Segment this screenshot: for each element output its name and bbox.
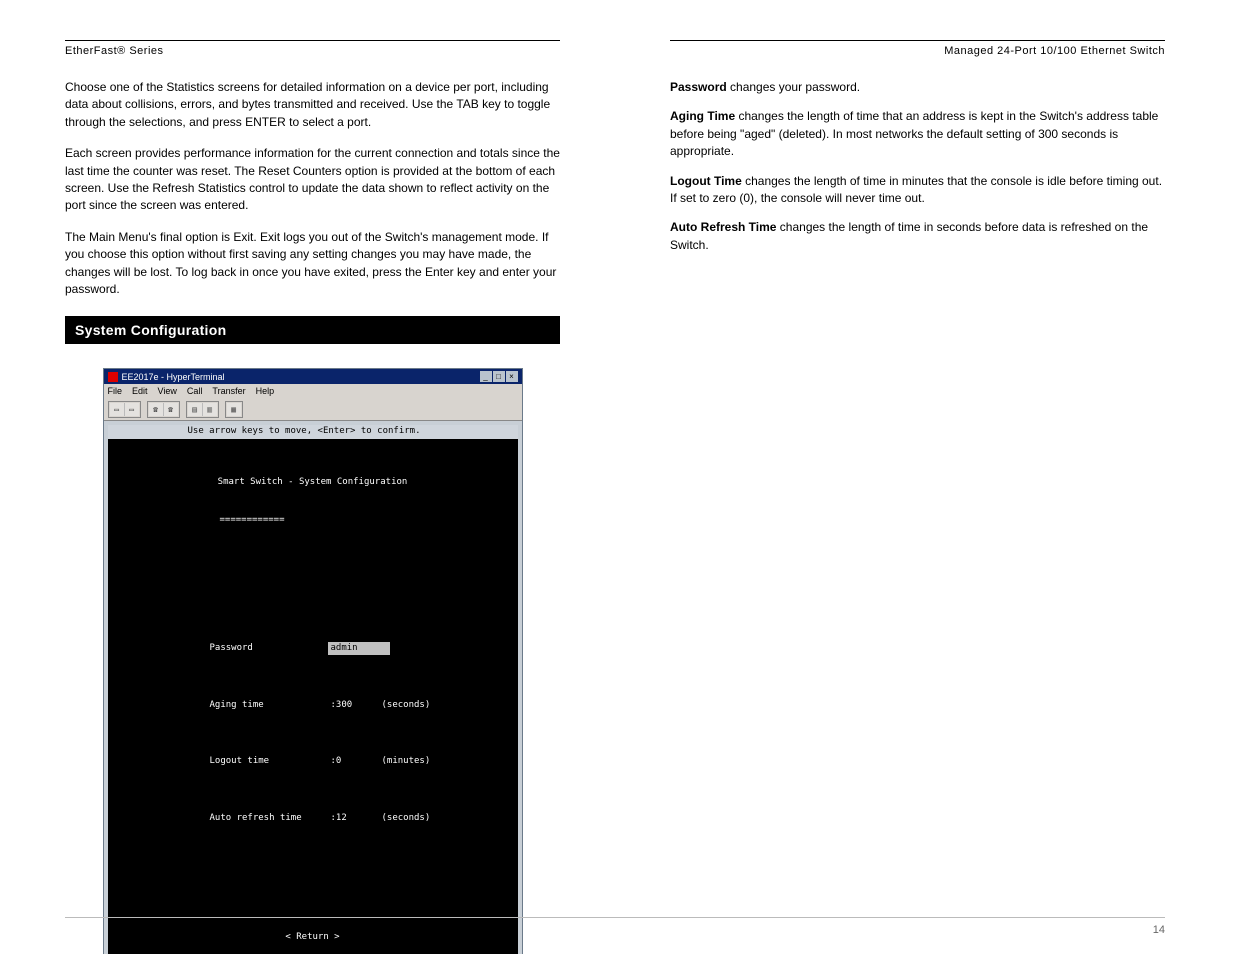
app-icon (108, 372, 118, 382)
menu-file[interactable]: File (108, 386, 123, 396)
field-descriptions: Password changes your password. Aging Ti… (670, 79, 1165, 254)
desc-logout: Logout Time changes the length of time i… (670, 173, 1165, 208)
row-password: Password admin (210, 642, 506, 655)
terminal[interactable]: Smart Switch - System Configuration ====… (108, 439, 518, 954)
toolbar-call-icon[interactable]: ☎ (149, 403, 164, 416)
section-heading-bar: System Configuration (65, 316, 560, 344)
value-password[interactable]: admin (328, 642, 390, 655)
paragraph: Choose one of the Statistics screens for… (65, 79, 560, 131)
label-password: Password (210, 642, 320, 655)
desc-logout-text: changes the length of time in minutes th… (670, 174, 1162, 205)
terminal-frame: Use arrow keys to move, <Enter> to confi… (104, 421, 522, 954)
screen-title: Smart Switch - System Configuration (120, 476, 506, 489)
hyperterminal-window: EE2017e - HyperTerminal _ □ × File Edit … (103, 368, 523, 954)
toolbar-hangup-icon[interactable]: ☎ (164, 403, 178, 416)
product-name: Managed 24-Port 10/100 Ethernet Switch (944, 45, 1165, 57)
row-aging: Aging time :300 (seconds) (210, 699, 506, 712)
left-column: EtherFast® Series Choose one of the Stat… (65, 40, 560, 954)
label-logout: Logout time (210, 755, 320, 768)
terminal-hint: Use arrow keys to move, <Enter> to confi… (108, 425, 518, 439)
minimize-icon[interactable]: _ (480, 371, 492, 382)
toolbar-receive-icon[interactable]: ▥ (203, 403, 217, 416)
desc-password-text: changes your password. (727, 80, 860, 94)
toolbar-send-icon[interactable]: ▤ (188, 403, 203, 416)
unit-aging: (seconds) (382, 699, 431, 712)
row-refresh: Auto refresh time :12 (seconds) (210, 812, 506, 825)
menu-bar: File Edit View Call Transfer Help (104, 384, 522, 398)
left-body-text: Choose one of the Statistics screens for… (65, 79, 560, 298)
screen-title-underline: ============ (220, 514, 506, 527)
desc-logout-name: Logout Time (670, 174, 742, 188)
value-aging[interactable]: :300 (328, 699, 374, 712)
left-column-header: EtherFast® Series (65, 40, 560, 57)
value-logout[interactable]: :0 (328, 755, 374, 768)
desc-password: Password changes your password. (670, 79, 1165, 96)
close-icon[interactable]: × (506, 371, 518, 382)
page-number: 14 (1153, 924, 1165, 936)
page-footer: 14 (65, 917, 1165, 936)
menu-help[interactable]: Help (256, 386, 275, 396)
window-titlebar: EE2017e - HyperTerminal _ □ × (104, 369, 522, 384)
menu-view[interactable]: View (158, 386, 177, 396)
desc-refresh: Auto Refresh Time changes the length of … (670, 219, 1165, 254)
toolbar-new-icon[interactable]: ▭ (110, 403, 125, 416)
desc-aging-text: changes the length of time that an addre… (670, 109, 1158, 158)
hyperterminal-screenshot: EE2017e - HyperTerminal _ □ × File Edit … (103, 368, 523, 954)
toolbar: ▭ ▭ ☎ ☎ ▤ ▥ ▦ (104, 398, 522, 421)
right-column: Managed 24-Port 10/100 Ethernet Switch P… (670, 40, 1165, 266)
paragraph: Each screen provides performance informa… (65, 145, 560, 215)
paragraph: The Main Menu's final option is Exit. Ex… (65, 229, 560, 299)
desc-password-name: Password (670, 80, 727, 94)
series-label: EtherFast® Series (65, 45, 164, 57)
label-aging: Aging time (210, 699, 320, 712)
page: EtherFast® Series Choose one of the Stat… (0, 0, 1235, 954)
desc-refresh-name: Auto Refresh Time (670, 220, 776, 234)
menu-edit[interactable]: Edit (132, 386, 148, 396)
unit-logout: (minutes) (382, 755, 431, 768)
config-fields: Password admin Aging time :300 (seconds) (210, 605, 506, 856)
desc-aging: Aging Time changes the length of time th… (670, 108, 1165, 160)
maximize-icon[interactable]: □ (493, 371, 505, 382)
toolbar-props-icon[interactable]: ▦ (227, 403, 241, 416)
label-refresh: Auto refresh time (210, 812, 320, 825)
menu-call[interactable]: Call (187, 386, 203, 396)
desc-aging-name: Aging Time (670, 109, 735, 123)
window-title: EE2017e - HyperTerminal (122, 372, 225, 382)
toolbar-open-icon[interactable]: ▭ (125, 403, 139, 416)
unit-refresh: (seconds) (382, 812, 431, 825)
menu-transfer[interactable]: Transfer (212, 386, 245, 396)
row-logout: Logout time :0 (minutes) (210, 755, 506, 768)
right-column-header: Managed 24-Port 10/100 Ethernet Switch (670, 40, 1165, 57)
value-refresh[interactable]: :12 (328, 812, 374, 825)
